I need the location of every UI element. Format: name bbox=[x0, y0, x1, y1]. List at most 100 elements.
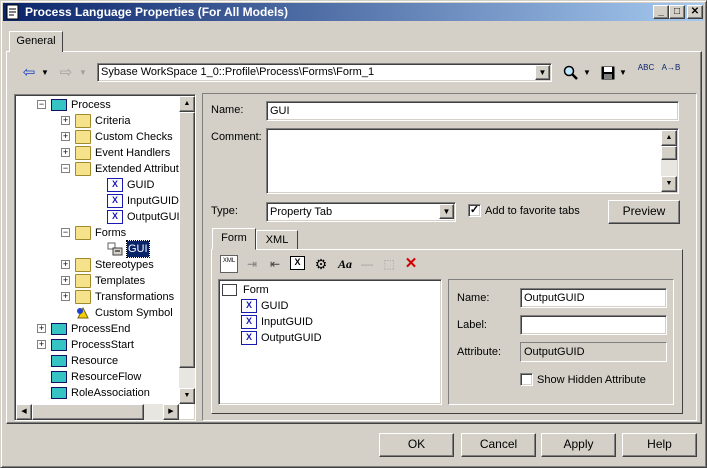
tab-form[interactable]: Form bbox=[212, 228, 256, 250]
tree-item[interactable]: − Extended Attribute bbox=[17, 161, 179, 177]
title-bar[interactable]: Process Language Properties (For All Mod… bbox=[3, 3, 704, 21]
comment-label: Comment: bbox=[211, 131, 262, 143]
tree-item[interactable]: + Custom Checks bbox=[17, 129, 179, 145]
spell-check-icon[interactable]: ABC bbox=[636, 62, 656, 84]
tree-item[interactable]: + ProcessStart bbox=[17, 337, 179, 353]
tree-item-label: GUI bbox=[126, 240, 150, 258]
tree-item-label: ProcessStart bbox=[71, 339, 134, 351]
tree-item-label: ProcessEnd bbox=[71, 323, 131, 335]
find-icon[interactable] bbox=[560, 62, 582, 84]
expand-icon[interactable]: + bbox=[61, 116, 70, 125]
indent-icon[interactable]: ⇥ bbox=[243, 253, 261, 275]
apply-button[interactable]: Apply bbox=[541, 433, 616, 457]
comment-field[interactable]: ▲ ▼ bbox=[266, 128, 679, 194]
tree-item[interactable]: X GUID bbox=[17, 177, 179, 193]
separator-icon[interactable]: — bbox=[358, 253, 376, 275]
tree-horizontal-scrollbar[interactable]: ◀ ▶ bbox=[16, 404, 179, 420]
help-button[interactable]: Help bbox=[622, 433, 697, 457]
find-dropdown-icon[interactable]: ▼ bbox=[582, 62, 592, 84]
tree-item[interactable]: ResourceFlow bbox=[17, 369, 179, 385]
profile-tree[interactable]: − Process + Criteria + Custom Checks + Event Ha… bbox=[14, 94, 196, 421]
form-tree-item[interactable]: X InputGUID bbox=[221, 314, 421, 330]
tree-item[interactable]: + Stereotypes bbox=[17, 257, 179, 273]
hscroll-thumb[interactable] bbox=[32, 404, 144, 420]
scroll-down-icon[interactable]: ▼ bbox=[661, 176, 677, 192]
save-icon[interactable] bbox=[598, 62, 618, 84]
groupbox-icon[interactable]: ⬚ bbox=[380, 253, 398, 275]
collapse-icon[interactable]: − bbox=[37, 100, 46, 109]
form-tree[interactable]: Form X GUID X InputGUID X OutputGUID bbox=[218, 279, 442, 405]
detail-name-field[interactable] bbox=[520, 288, 667, 308]
scroll-right-icon[interactable]: ▶ bbox=[163, 404, 179, 420]
collapse-icon[interactable]: − bbox=[61, 164, 70, 173]
expand-icon[interactable]: + bbox=[61, 132, 70, 141]
tree-item[interactable]: Custom Symbol bbox=[17, 305, 179, 321]
tree-item[interactable]: − Process bbox=[17, 97, 179, 113]
tree-item[interactable]: − Forms bbox=[17, 225, 179, 241]
expand-icon[interactable]: + bbox=[61, 276, 70, 285]
expand-icon[interactable]: + bbox=[61, 260, 70, 269]
tree-item[interactable]: RoleAssociation bbox=[17, 385, 179, 401]
tree-item[interactable]: + Templates bbox=[17, 273, 179, 289]
show-hidden-checkbox[interactable] bbox=[520, 373, 533, 386]
name-input[interactable] bbox=[267, 102, 678, 120]
detail-label-label: Label: bbox=[457, 319, 487, 331]
delete-icon[interactable]: ✕ bbox=[402, 253, 420, 275]
path-combobox[interactable]: Sybase WorkSpace 1_0::Profile\Process\Fo… bbox=[97, 63, 552, 82]
forward-icon[interactable]: ⇨ bbox=[57, 62, 75, 84]
detail-name-input[interactable] bbox=[521, 289, 666, 307]
tree-vertical-scrollbar[interactable]: ▲ ▼ bbox=[179, 96, 195, 404]
maximize-button[interactable]: □ bbox=[669, 5, 685, 19]
folder-icon bbox=[75, 226, 91, 240]
form-tree-root[interactable]: Form bbox=[221, 282, 421, 298]
form-tree-item[interactable]: X OutputGUID bbox=[221, 330, 421, 346]
tree-item[interactable]: + Transformations bbox=[17, 289, 179, 305]
xml-import-icon[interactable]: XML bbox=[220, 255, 238, 273]
expand-icon[interactable]: + bbox=[37, 324, 46, 333]
tab-general[interactable]: General bbox=[9, 31, 63, 52]
ok-button[interactable]: OK bbox=[379, 433, 454, 457]
outdent-icon[interactable]: ⇤ bbox=[265, 253, 285, 275]
comment-scroll-thumb[interactable] bbox=[661, 146, 677, 160]
comment-scrollbar[interactable]: ▲ ▼ bbox=[661, 130, 677, 192]
collapse-icon[interactable]: − bbox=[61, 228, 70, 237]
back-icon[interactable]: ⇦ bbox=[20, 62, 38, 84]
back-dropdown-icon[interactable]: ▼ bbox=[40, 62, 50, 84]
text-style-icon[interactable]: Aa bbox=[335, 253, 355, 275]
expand-icon[interactable]: + bbox=[61, 148, 70, 157]
tab-xml[interactable]: XML bbox=[256, 230, 298, 250]
type-select[interactable]: Property Tab ▼ bbox=[266, 202, 456, 222]
add-attribute-icon[interactable]: X bbox=[290, 256, 305, 270]
tree-item[interactable]: X InputGUID bbox=[17, 193, 179, 209]
chevron-down-icon[interactable]: ▼ bbox=[439, 204, 454, 219]
tree-item[interactable]: + ProcessEnd bbox=[17, 321, 179, 337]
scroll-up-icon[interactable]: ▲ bbox=[179, 96, 195, 112]
tree-item-label: Custom Symbol bbox=[95, 307, 173, 319]
expand-icon[interactable]: + bbox=[61, 292, 70, 301]
scroll-left-icon[interactable]: ◀ bbox=[16, 404, 32, 420]
scroll-up-icon[interactable]: ▲ bbox=[661, 130, 677, 146]
preview-button[interactable]: Preview bbox=[608, 200, 680, 224]
close-button[interactable]: ✕ bbox=[687, 5, 703, 19]
form-tree-item[interactable]: X GUID bbox=[221, 298, 421, 314]
tree-item[interactable]: X OutputGUID bbox=[17, 209, 179, 225]
expand-icon[interactable]: + bbox=[37, 340, 46, 349]
tree-item[interactable]: GUI bbox=[17, 240, 179, 258]
forward-dropdown-icon[interactable]: ▼ bbox=[78, 62, 88, 84]
tree-item[interactable]: +ServiceInterface bbox=[17, 401, 179, 402]
cancel-button[interactable]: Cancel bbox=[461, 433, 536, 457]
favorite-checkbox[interactable]: ✓ bbox=[468, 204, 481, 217]
detail-label-input[interactable] bbox=[521, 316, 666, 334]
tree-item[interactable]: + Event Handlers bbox=[17, 145, 179, 161]
chevron-down-icon[interactable]: ▼ bbox=[535, 65, 550, 80]
gear-icon[interactable]: ⚙ bbox=[311, 253, 331, 275]
minimize-button[interactable]: _ bbox=[653, 5, 669, 19]
tree-item[interactable]: + Criteria bbox=[17, 113, 179, 129]
translate-icon[interactable]: A→B bbox=[660, 62, 682, 84]
scroll-thumb[interactable] bbox=[179, 112, 195, 368]
scroll-down-icon[interactable]: ▼ bbox=[179, 388, 195, 404]
detail-label-field[interactable] bbox=[520, 315, 667, 335]
tree-item[interactable]: Resource bbox=[17, 353, 179, 369]
name-field[interactable] bbox=[266, 101, 679, 121]
save-dropdown-icon[interactable]: ▼ bbox=[618, 62, 628, 84]
